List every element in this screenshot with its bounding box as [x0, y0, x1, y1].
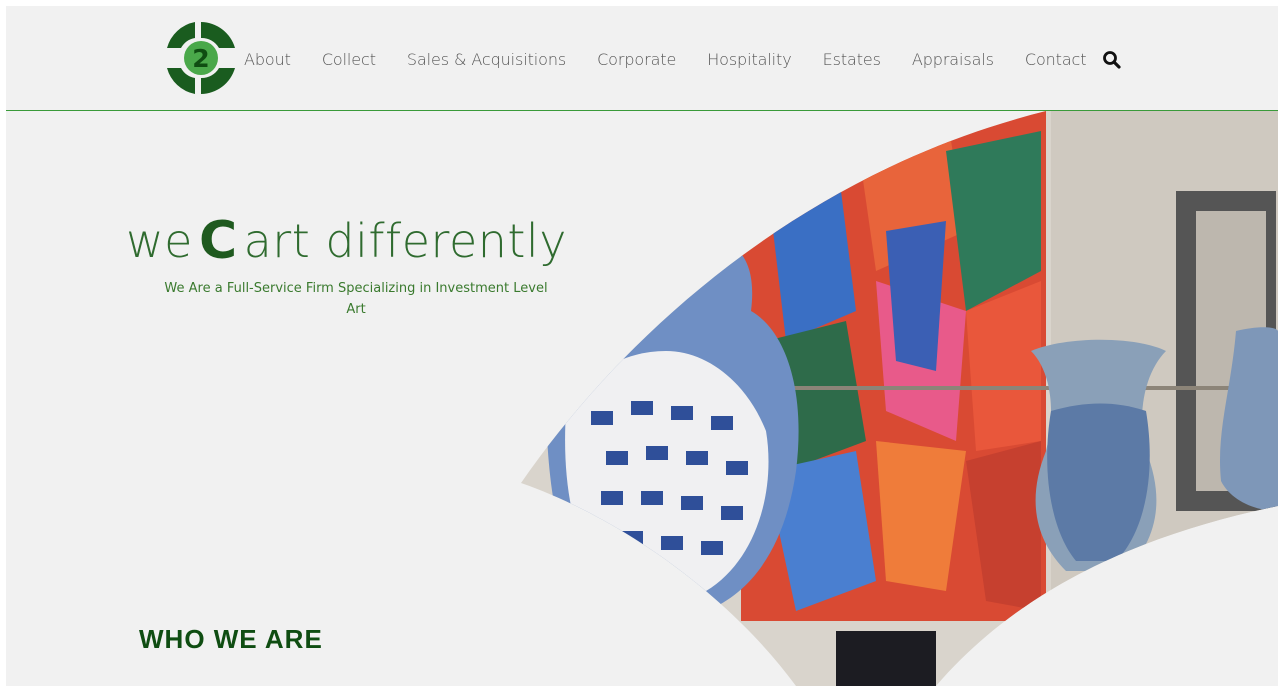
nav-item-collect[interactable]: Collect	[322, 50, 376, 69]
nav-item-contact[interactable]: Contact	[1025, 50, 1087, 69]
site-header: 2 About Collect Sales & Acquisitions Cor…	[6, 6, 1278, 111]
nav-item-sales-acquisitions[interactable]: Sales & Acquisitions	[407, 50, 566, 69]
hero-artwork-image	[521, 111, 1278, 686]
main-nav: About Collect Sales & Acquisitions Corpo…	[244, 46, 1117, 72]
tagline-prefix: we	[126, 214, 193, 268]
svg-text:2: 2	[192, 44, 209, 73]
tagline-suffix: art differently	[243, 214, 567, 268]
hero-tagline: we C art differently	[126, 211, 567, 271]
hero-subtitle: We Are a Full-Service Firm Specializing …	[164, 281, 548, 317]
section-heading-who-we-are: WHO WE ARE	[139, 624, 323, 654]
site-logo[interactable]: 2	[163, 18, 239, 98]
nav-item-hospitality[interactable]: Hospitality	[707, 50, 791, 69]
nav-item-corporate[interactable]: Corporate	[597, 50, 676, 69]
nav-item-appraisals[interactable]: Appraisals	[912, 50, 994, 69]
nav-item-estates[interactable]: Estates	[823, 50, 881, 69]
page: 2 About Collect Sales & Acquisitions Cor…	[6, 6, 1278, 686]
nav-item-about[interactable]: About	[244, 50, 291, 69]
tagline-c-mark: C	[198, 211, 238, 271]
search-icon[interactable]	[1102, 50, 1122, 70]
